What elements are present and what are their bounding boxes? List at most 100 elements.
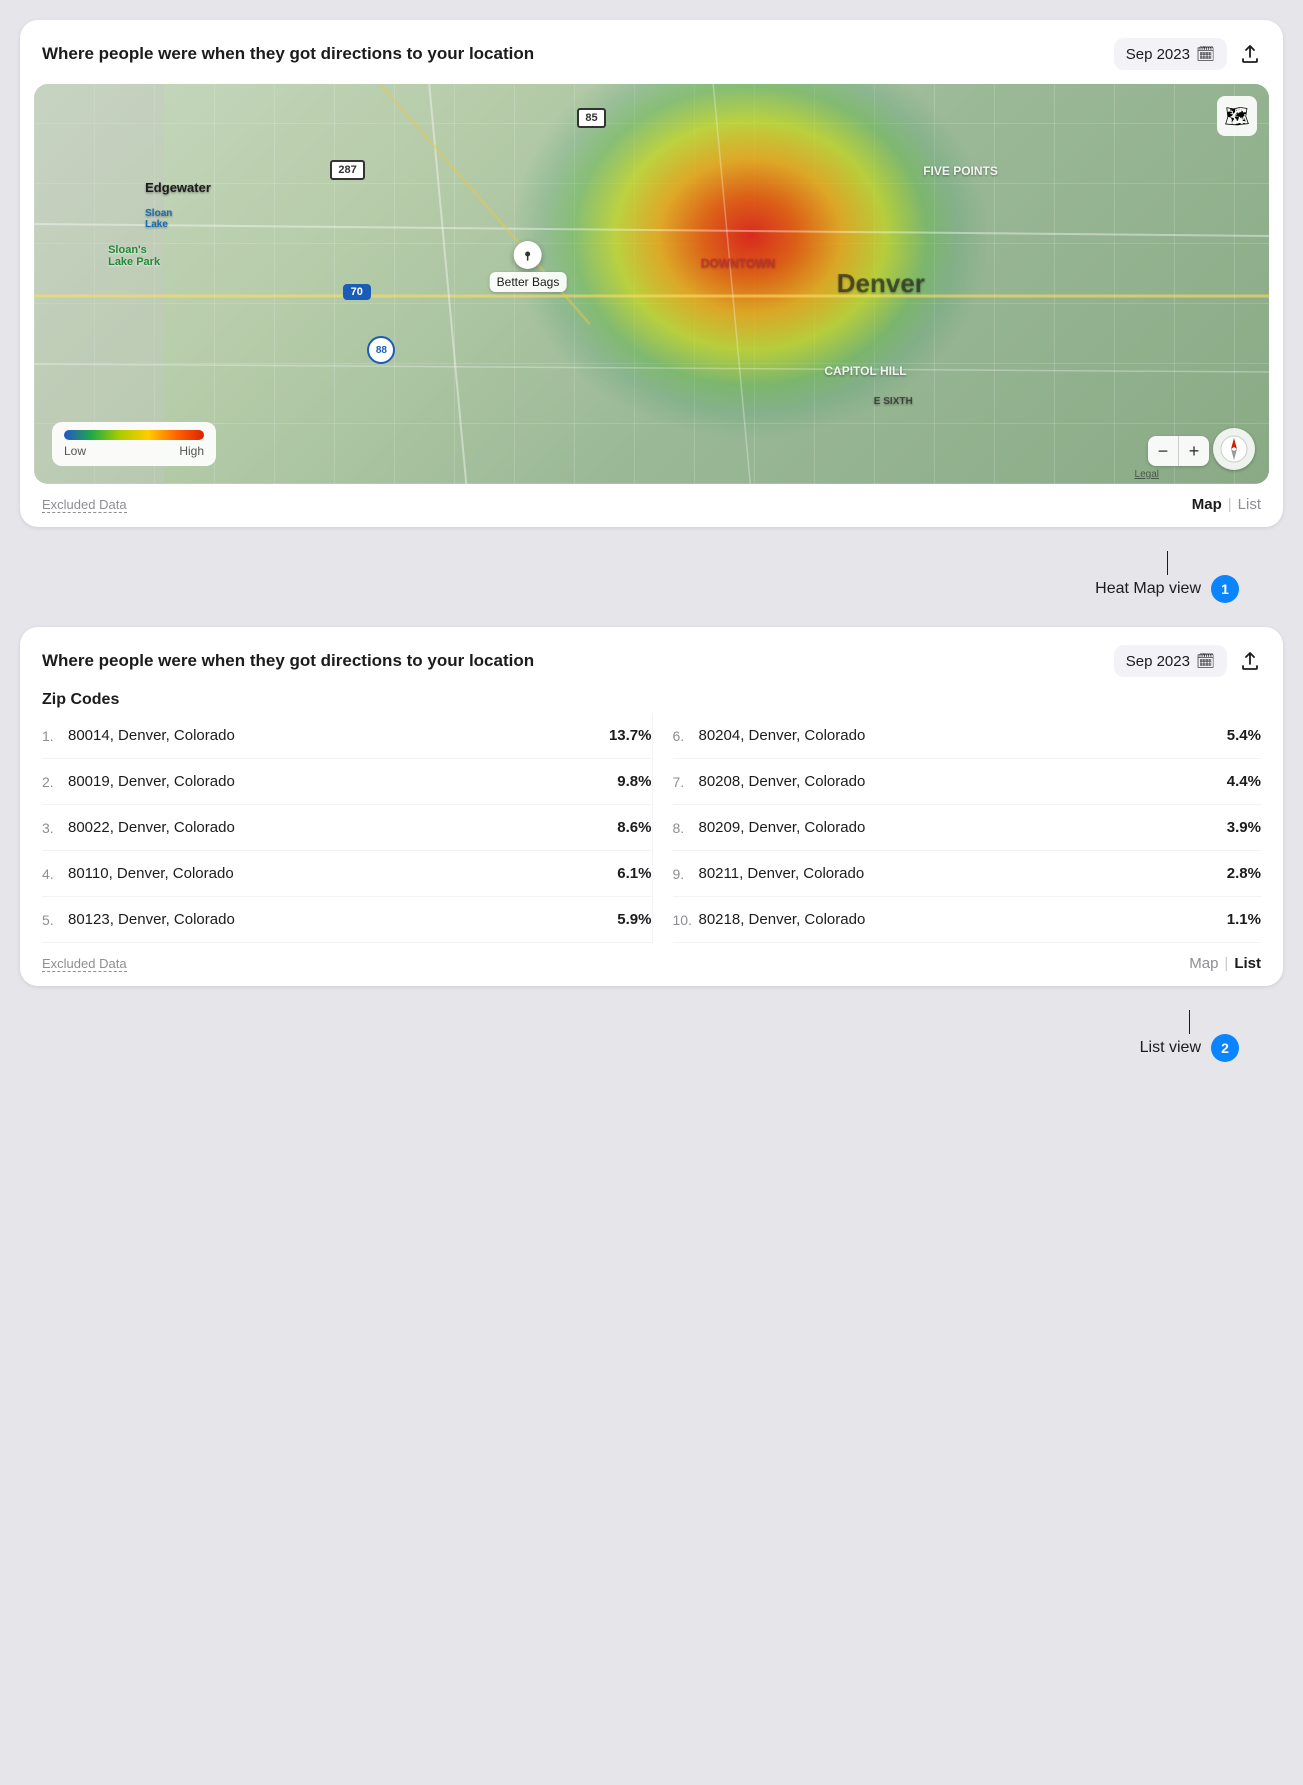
heatmap-card: Where people were when they got directio… xyxy=(20,20,1283,527)
export-icon xyxy=(1239,43,1261,65)
zip-row-4: 4. 80110, Denver, Colorado 6.1% xyxy=(42,851,652,897)
annotation-2-label: List view xyxy=(1140,1039,1201,1057)
heatmap-export-button[interactable] xyxy=(1239,43,1261,65)
map-label-sloans-lake-park: Sloan'sLake Park xyxy=(108,244,160,268)
zip-pct-3: 8.6% xyxy=(617,819,651,836)
zip-name-4: 80110, Denver, Colorado xyxy=(68,865,234,882)
heatmap-date-button[interactable]: Sep 2023 🗓 xyxy=(1114,38,1227,70)
annotation-2-row: List view 2 xyxy=(1140,1034,1239,1062)
heatmap-excluded-data[interactable]: Excluded Data xyxy=(42,497,127,513)
zip-row-1: 1. 80014, Denver, Colorado 13.7% xyxy=(42,713,652,759)
listview-card: Where people were when they got directio… xyxy=(20,627,1283,986)
zip-codes-title: Zip Codes xyxy=(42,691,1261,709)
zip-row-6: 6. 80204, Denver, Colorado 5.4% xyxy=(673,713,1262,759)
zip-row-10: 10. 80218, Denver, Colorado 1.1% xyxy=(673,897,1262,943)
zip-right-column: 6. 80204, Denver, Colorado 5.4% 7. 80208… xyxy=(652,713,1262,943)
heatmap-map-toggle[interactable]: Map xyxy=(1192,496,1222,513)
zip-name-1: 80014, Denver, Colorado xyxy=(68,727,235,744)
heatmap-list-toggle[interactable]: List xyxy=(1238,496,1261,513)
listview-export-button[interactable] xyxy=(1239,650,1261,672)
map-legend: Low High xyxy=(52,422,216,466)
zip-rank-5: 5. xyxy=(42,912,64,928)
compass-svg xyxy=(1219,434,1249,464)
zip-row-1-left: 1. 80014, Denver, Colorado xyxy=(42,727,235,744)
zip-row-3: 3. 80022, Denver, Colorado 8.6% xyxy=(42,805,652,851)
zip-name-2: 80019, Denver, Colorado xyxy=(68,773,235,790)
listview-map-toggle[interactable]: Map xyxy=(1189,955,1218,972)
heatmap-header-controls: Sep 2023 🗓 xyxy=(1114,38,1261,70)
annotation-1-row: Heat Map view 1 xyxy=(1095,575,1239,603)
zip-row-10-left: 10. 80218, Denver, Colorado xyxy=(673,911,866,928)
listview-export-icon xyxy=(1239,650,1261,672)
zip-rank-9: 9. xyxy=(673,866,695,882)
zip-name-3: 80022, Denver, Colorado xyxy=(68,819,235,836)
listview-card-title: Where people were when they got directio… xyxy=(42,651,534,671)
map-legal-link[interactable]: Legal xyxy=(1135,469,1159,480)
heat-overlay xyxy=(34,84,1269,484)
zip-name-5: 80123, Denver, Colorado xyxy=(68,911,235,928)
zip-name-7: 80208, Denver, Colorado xyxy=(699,773,866,790)
zip-pct-8: 3.9% xyxy=(1227,819,1261,836)
listview-date-label: Sep 2023 xyxy=(1126,653,1190,670)
marker-label: Better Bags xyxy=(490,272,567,292)
listview-excluded-data[interactable]: Excluded Data xyxy=(42,956,127,972)
map-label-sloan-lake: SloanLake xyxy=(145,208,172,230)
calendar-icon: 🗓 xyxy=(1196,45,1215,63)
heatmap-map-container: Edgewater SloanLake Sloan'sLake Park DOW… xyxy=(34,84,1269,484)
zip-row-4-left: 4. 80110, Denver, Colorado xyxy=(42,865,234,882)
map-zoom-controls: − + xyxy=(1148,436,1209,466)
legend-bar xyxy=(64,430,204,440)
listview-list-toggle[interactable]: List xyxy=(1234,955,1261,972)
heatmap-view-toggle: Map | List xyxy=(1192,496,1261,513)
zip-name-6: 80204, Denver, Colorado xyxy=(699,727,866,744)
zoom-out-button[interactable]: − xyxy=(1148,436,1178,466)
annotation-1-badge: 1 xyxy=(1211,575,1239,603)
listview-date-button[interactable]: Sep 2023 🗓 xyxy=(1114,645,1227,677)
shield-85: 85 xyxy=(577,108,605,128)
zip-row-2: 2. 80019, Denver, Colorado 9.8% xyxy=(42,759,652,805)
annotation-2: List view 2 xyxy=(1140,1010,1239,1062)
zip-row-2-left: 2. 80019, Denver, Colorado xyxy=(42,773,235,790)
map-label-edgewater: Edgewater xyxy=(145,180,211,195)
heatmap-card-header: Where people were when they got directio… xyxy=(20,20,1283,84)
annotation-2-line xyxy=(1189,1010,1190,1034)
legend-high-label: High xyxy=(179,444,204,458)
zip-rank-2: 2. xyxy=(42,774,64,790)
zip-row-9: 9. 80211, Denver, Colorado 2.8% xyxy=(673,851,1262,897)
annotation-1: Heat Map view 1 xyxy=(1095,551,1239,603)
annotation-1-line xyxy=(1167,551,1168,575)
zip-row-5-left: 5. 80123, Denver, Colorado xyxy=(42,911,235,928)
map-label-capitol-hill: CAPITOL HILL xyxy=(824,364,906,378)
heatmap-date-label: Sep 2023 xyxy=(1126,46,1190,63)
zip-rank-6: 6. xyxy=(673,728,695,744)
annotation-1-label: Heat Map view xyxy=(1095,580,1201,598)
zip-row-6-left: 6. 80204, Denver, Colorado xyxy=(673,727,866,744)
zip-name-9: 80211, Denver, Colorado xyxy=(699,865,865,882)
annotation-1-container: Heat Map view 1 xyxy=(20,551,1283,603)
zip-left-column: 1. 80014, Denver, Colorado 13.7% 2. 8001… xyxy=(42,713,652,943)
map-compass xyxy=(1213,428,1255,470)
shield-88: 88 xyxy=(367,336,395,364)
zoom-in-button[interactable]: + xyxy=(1179,436,1209,466)
shield-287: 287 xyxy=(330,160,364,180)
zip-name-8: 80209, Denver, Colorado xyxy=(699,819,866,836)
location-marker: Better Bags xyxy=(490,241,567,292)
zip-codes-section: Zip Codes 1. 80014, Denver, Colorado 13.… xyxy=(20,691,1283,943)
listview-header-controls: Sep 2023 🗓 xyxy=(1114,645,1261,677)
annotation-2-badge: 2 xyxy=(1211,1034,1239,1062)
zip-row-7-left: 7. 80208, Denver, Colorado xyxy=(673,773,866,790)
annotation-2-container: List view 2 xyxy=(20,1010,1283,1062)
zip-row-3-left: 3. 80022, Denver, Colorado xyxy=(42,819,235,836)
marker-pin xyxy=(514,241,542,269)
map-style-button[interactable]: 🗺 xyxy=(1217,96,1257,136)
shield-287-label: 287 xyxy=(330,160,364,180)
zip-rank-7: 7. xyxy=(673,774,695,790)
listview-toggle-divider: | xyxy=(1224,955,1228,972)
zip-rank-10: 10. xyxy=(673,912,695,928)
zip-pct-7: 4.4% xyxy=(1227,773,1261,790)
zip-row-8-left: 8. 80209, Denver, Colorado xyxy=(673,819,866,836)
map-label-e-sixth: E SIXTH xyxy=(874,396,913,407)
view-toggle-divider: | xyxy=(1228,496,1232,513)
listview-card-header: Where people were when they got directio… xyxy=(20,627,1283,691)
shield-70-label: 70 xyxy=(343,284,371,300)
